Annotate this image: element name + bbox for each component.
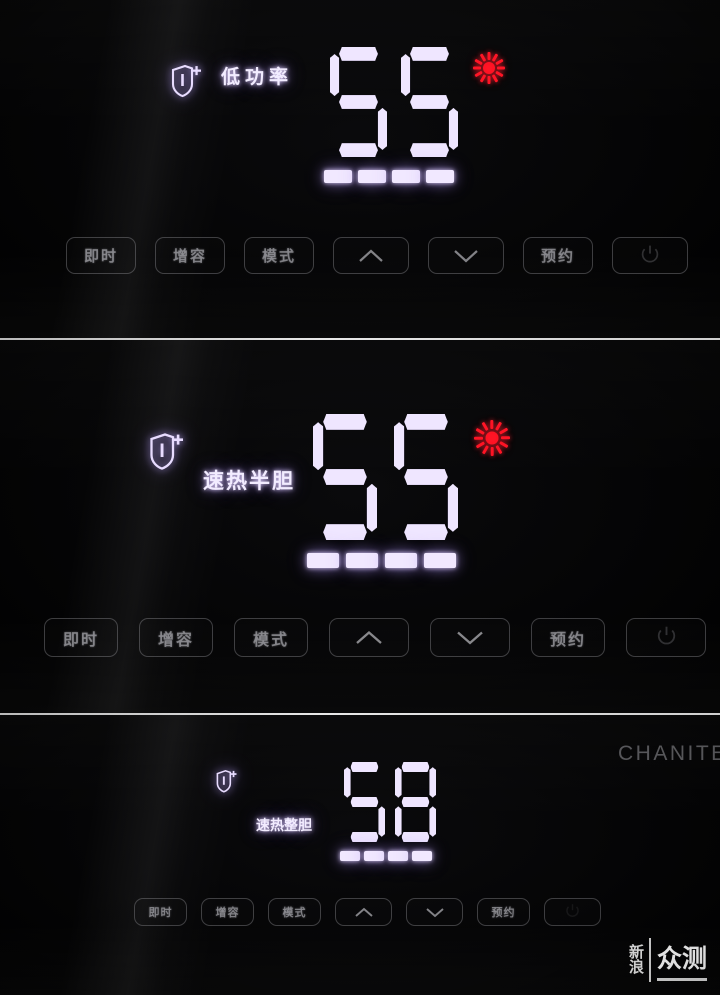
watermark-zhongce: 众测	[651, 938, 708, 982]
brand-logo: CHANITE	[618, 742, 720, 765]
level-bar	[346, 553, 378, 568]
mode-button-label: 模式	[252, 629, 289, 649]
boost-button-label: 增容	[157, 629, 194, 649]
power-icon	[656, 625, 677, 650]
boost-button[interactable]: 增容	[139, 618, 213, 657]
water-level-bars	[324, 170, 454, 183]
instant-button-label: 即时	[62, 629, 99, 649]
level-bar	[388, 851, 408, 861]
water-level-bars	[340, 851, 432, 861]
power-icon	[565, 903, 580, 922]
temperature-digit	[330, 47, 387, 157]
watermark-sina: 新 浪	[629, 938, 652, 982]
schedule-button[interactable]: 预约	[477, 898, 530, 926]
level-bar	[307, 553, 339, 568]
button-row: 即时 增容 模式 预约	[134, 898, 601, 926]
temperature-digit	[313, 414, 377, 540]
mode-button-label: 模式	[261, 247, 296, 265]
chevron-up-icon	[354, 907, 374, 918]
schedule-button-label: 预约	[549, 629, 586, 649]
schedule-button[interactable]: 预约	[523, 237, 593, 274]
shield-plus-icon	[168, 62, 202, 100]
temperature-display	[313, 414, 458, 540]
watermark-underline	[657, 978, 708, 981]
level-bar	[358, 170, 386, 183]
chevron-up-icon	[355, 630, 383, 645]
chevron-down-icon	[453, 249, 479, 263]
schedule-button-label: 预约	[491, 906, 516, 919]
temperature-display	[344, 762, 436, 842]
down-button[interactable]	[430, 618, 510, 657]
level-bar	[424, 553, 456, 568]
down-button[interactable]	[406, 898, 463, 926]
mode-label: 低功率	[221, 66, 294, 88]
chevron-down-icon	[425, 907, 445, 918]
control-panel-low-power: 低功率 即时 增容 模式 预约	[0, 0, 720, 338]
level-bar	[324, 170, 352, 183]
instant-button-label: 即时	[83, 247, 118, 265]
chevron-up-icon	[358, 249, 384, 263]
shield-plus-icon	[146, 430, 184, 473]
level-bar	[426, 170, 454, 183]
watermark: 新 浪 众测	[629, 938, 708, 982]
power-button[interactable]	[544, 898, 601, 926]
instant-button[interactable]: 即时	[66, 237, 136, 274]
temperature-display	[330, 47, 458, 157]
up-button[interactable]	[335, 898, 392, 926]
level-bar	[340, 851, 360, 861]
schedule-button-label: 预约	[540, 247, 575, 265]
level-bar	[412, 851, 432, 861]
schedule-button[interactable]: 预约	[531, 618, 605, 657]
mode-button[interactable]: 模式	[268, 898, 321, 926]
level-bar	[385, 553, 417, 568]
mode-button-label: 模式	[282, 906, 307, 919]
up-button[interactable]	[329, 618, 409, 657]
mode-button[interactable]: 模式	[244, 237, 314, 274]
heating-sun-icon	[474, 420, 510, 456]
watermark-zhongce-label: 众测	[657, 944, 708, 973]
power-button[interactable]	[626, 618, 706, 657]
level-bar	[392, 170, 420, 183]
instant-button-label: 即时	[148, 906, 173, 919]
temperature-digit	[401, 47, 458, 157]
instant-button[interactable]: 即时	[134, 898, 187, 926]
boost-button[interactable]: 增容	[201, 898, 254, 926]
heating-sun-icon	[473, 52, 505, 84]
level-bar	[364, 851, 384, 861]
temperature-digit	[344, 762, 385, 842]
boost-button[interactable]: 增容	[155, 237, 225, 274]
screenshot-root: 低功率 即时 增容 模式 预约 速热半胆 即时 增容 模式 预约 CHANITE…	[0, 0, 720, 995]
instant-button[interactable]: 即时	[44, 618, 118, 657]
mode-label: 速热整胆	[256, 818, 312, 834]
boost-button-label: 增容	[215, 906, 240, 919]
up-button[interactable]	[333, 237, 409, 274]
power-button[interactable]	[612, 237, 688, 274]
control-panel-fast-heat-half: 速热半胆 即时 增容 模式 预约	[0, 340, 720, 713]
temperature-digit	[395, 762, 436, 842]
shield-plus-icon	[214, 768, 237, 795]
water-level-bars	[307, 553, 456, 568]
watermark-sina-line2: 浪	[629, 958, 645, 976]
temperature-digit	[394, 414, 458, 540]
mode-button[interactable]: 模式	[234, 618, 308, 657]
chevron-down-icon	[456, 630, 484, 645]
boost-button-label: 增容	[172, 247, 207, 265]
button-row: 即时 增容 模式 预约	[66, 237, 688, 274]
down-button[interactable]	[428, 237, 504, 274]
button-row: 即时 增容 模式 预约	[44, 618, 706, 657]
power-icon	[640, 244, 660, 268]
control-panel-fast-heat-full: CHANITE 速热整胆 即时 增容 模式 预约 新 浪 众测	[0, 715, 720, 995]
mode-label: 速热半胆	[203, 469, 295, 493]
